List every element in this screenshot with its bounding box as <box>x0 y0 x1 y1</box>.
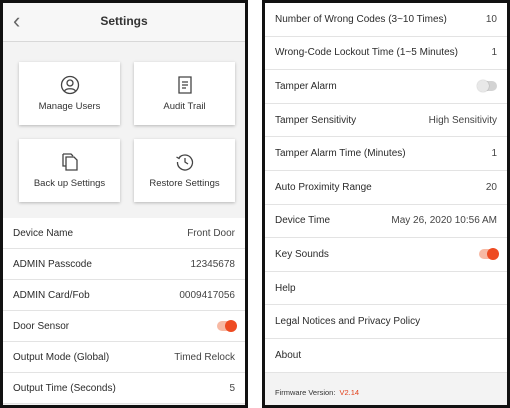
row-label: Wrong-Code Lockout Time (1~5 Minutes) <box>275 47 458 59</box>
tile-label: Back up Settings <box>33 178 106 189</box>
help-row[interactable]: Help <box>265 271 507 306</box>
wrong-codes-row[interactable]: Number of Wrong Codes (3~10 Times) 10 <box>265 3 507 37</box>
row-label: ADMIN Card/Fob <box>13 289 90 301</box>
admin-passcode-row[interactable]: ADMIN Passcode 12345678 <box>3 249 245 280</box>
row-value: Timed Relock <box>174 351 235 363</box>
output-mode-row[interactable]: Output Mode (Global) Timed Relock <box>3 342 245 373</box>
user-icon <box>60 75 79 95</box>
row-value: 1 <box>491 47 497 59</box>
row-label: Tamper Sensitivity <box>275 114 357 126</box>
row-label: Key Sounds <box>275 248 329 260</box>
door-sensor-row: Door Sensor <box>3 311 245 342</box>
row-label: Device Time <box>275 215 331 227</box>
tamper-alarm-toggle[interactable] <box>477 80 497 93</box>
row-value: May 26, 2020 10:56 AM <box>391 215 497 227</box>
tamper-alarm-row: Tamper Alarm <box>265 70 507 104</box>
row-value: High Sensitivity <box>428 114 497 126</box>
tile-label: Manage Users <box>38 101 101 112</box>
row-label: Legal Notices and Privacy Policy <box>275 316 421 328</box>
device-name-row[interactable]: Device Name Front Door <box>3 218 245 249</box>
legal-notices-row[interactable]: Legal Notices and Privacy Policy <box>265 305 507 339</box>
settings-screen-right: Number of Wrong Codes (3~10 Times) 10 Wr… <box>262 0 510 408</box>
row-label: Help <box>275 282 296 294</box>
back-up-settings-tile[interactable]: Back up Settings <box>19 139 120 202</box>
tamper-alarm-time-row[interactable]: Tamper Alarm Time (Minutes) 1 <box>265 137 507 171</box>
row-label: Tamper Alarm <box>275 80 337 92</box>
tiles-grid: Manage Users Audit Trail Back up Setting… <box>3 42 245 218</box>
settings-screen-left: ‹ Settings Manage Users Audit Trail Back… <box>0 0 248 408</box>
row-label: Door Sensor <box>13 320 70 332</box>
manage-users-tile[interactable]: Manage Users <box>19 62 120 125</box>
settings-list: Number of Wrong Codes (3~10 Times) 10 Wr… <box>265 3 507 373</box>
row-value: 5 <box>229 382 235 394</box>
admin-card-fob-row[interactable]: ADMIN Card/Fob 0009417056 <box>3 280 245 311</box>
row-label: About <box>275 349 302 361</box>
row-label: Number of Wrong Codes (3~10 Times) <box>275 13 447 25</box>
page-title: Settings <box>100 14 148 28</box>
document-icon <box>177 76 192 94</box>
row-label: Tamper Alarm Time (Minutes) <box>275 148 406 160</box>
key-sounds-toggle[interactable] <box>479 248 499 261</box>
door-sensor-toggle[interactable] <box>217 320 237 332</box>
tamper-sensitivity-row[interactable]: Tamper Sensitivity High Sensitivity <box>265 103 507 138</box>
output-time-row[interactable]: Output Time (Seconds) 5 <box>3 373 245 404</box>
row-value: 0009417056 <box>179 289 235 301</box>
firmware-version: Firmware Version: V2.14 <box>265 372 507 405</box>
row-value: 20 <box>485 181 497 193</box>
audit-trail-tile[interactable]: Audit Trail <box>134 62 235 125</box>
row-value: 1 <box>491 148 497 160</box>
auto-proximity-row[interactable]: Auto Proximity Range 20 <box>265 170 507 205</box>
settings-list: Device Name Front Door ADMIN Passcode 12… <box>3 218 245 404</box>
lockout-time-row[interactable]: Wrong-Code Lockout Time (1~5 Minutes) 1 <box>265 36 507 71</box>
history-icon <box>175 154 193 171</box>
key-sounds-row: Key Sounds <box>265 238 507 272</box>
row-value: 10 <box>485 13 497 25</box>
tile-label: Audit Trail <box>163 101 206 112</box>
device-time-row[interactable]: Device Time May 26, 2020 10:56 AM <box>265 204 507 239</box>
restore-settings-tile[interactable]: Restore Settings <box>134 139 235 202</box>
row-value: 12345678 <box>190 258 236 270</box>
row-label: Output Mode (Global) <box>13 351 110 363</box>
nav-bar: ‹ Settings <box>3 3 245 42</box>
about-row[interactable]: About <box>265 338 507 373</box>
row-label: Auto Proximity Range <box>275 181 372 193</box>
firmware-label: Firmware Version: <box>275 388 336 398</box>
row-label: Output Time (Seconds) <box>13 382 116 394</box>
copy-icon <box>61 153 78 171</box>
firmware-value: V2.14 <box>339 388 360 398</box>
tile-label: Restore Settings <box>149 178 220 189</box>
row-value: Front Door <box>187 227 235 239</box>
row-label: ADMIN Passcode <box>13 258 92 270</box>
row-label: Device Name <box>13 227 74 239</box>
